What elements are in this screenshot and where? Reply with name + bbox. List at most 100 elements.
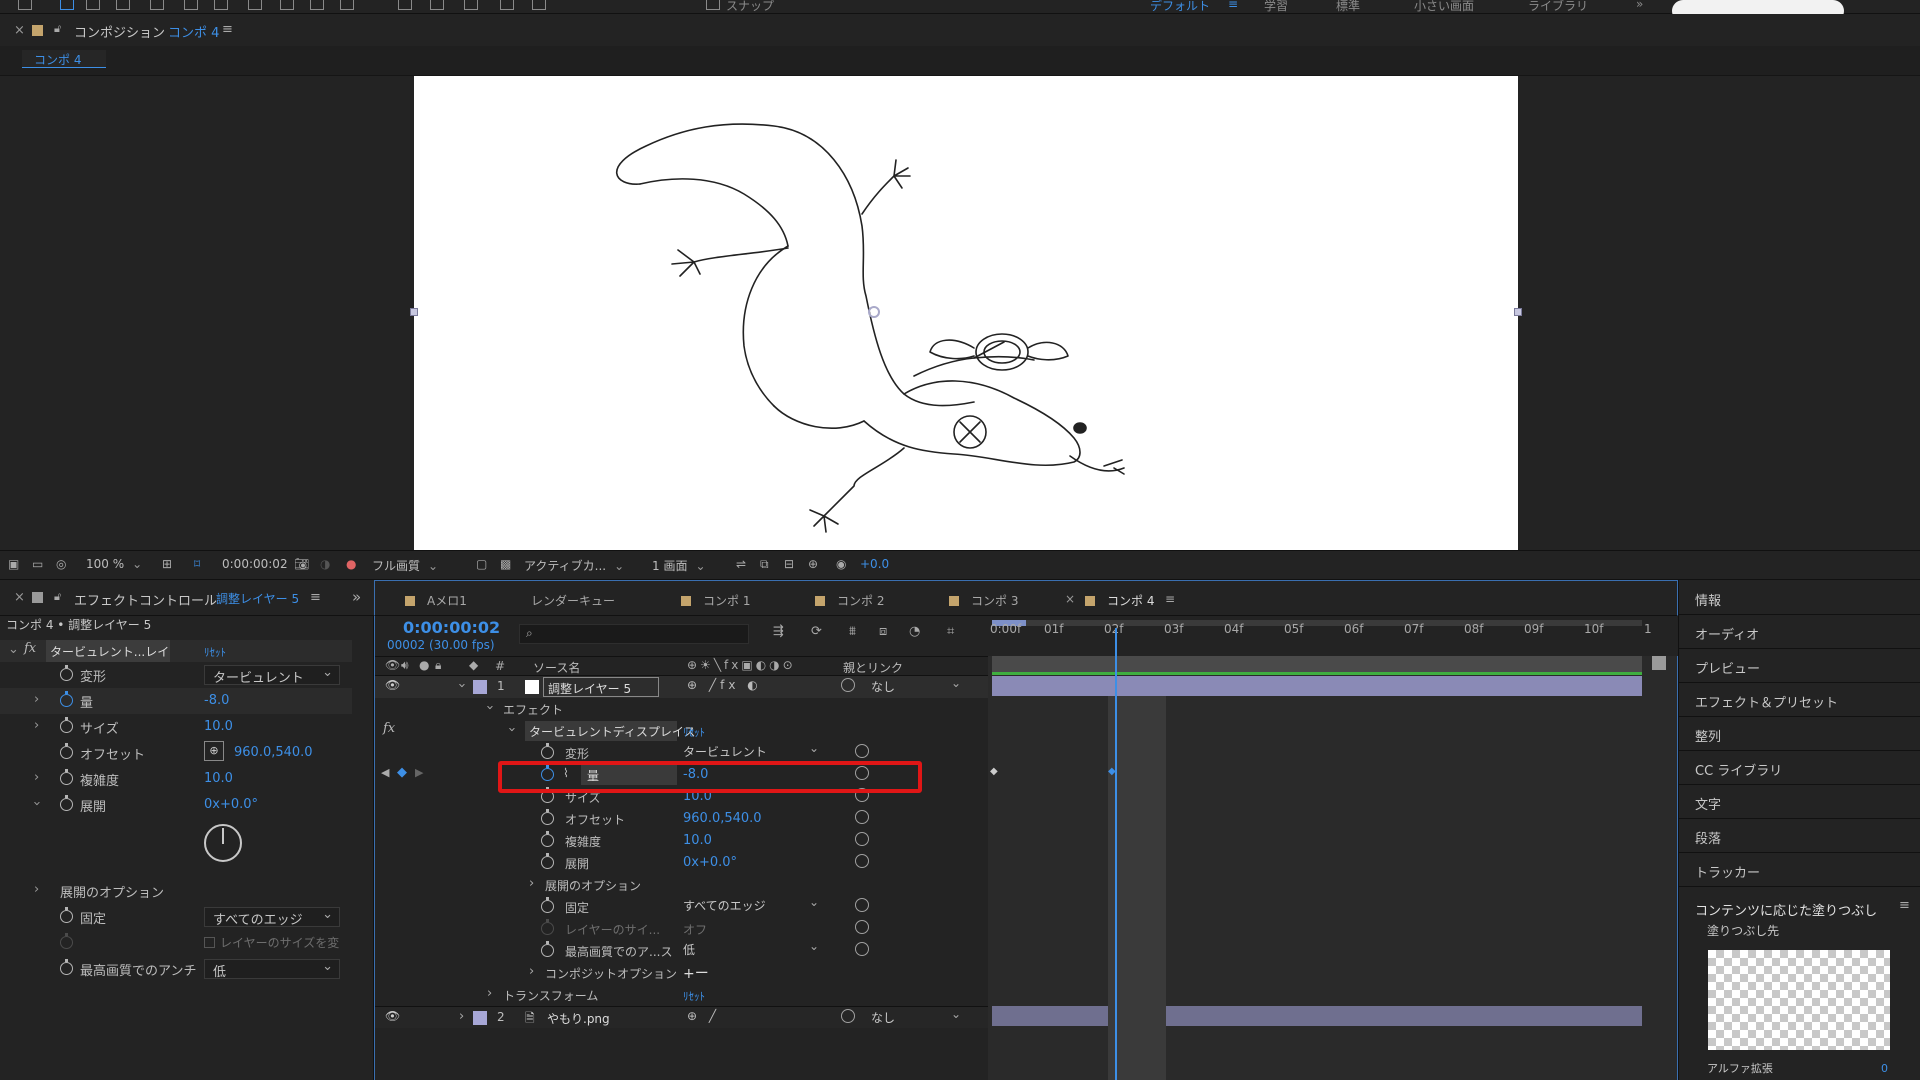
timeline-end-marker-icon[interactable] bbox=[1652, 656, 1666, 670]
panel-preview[interactable]: プレビュー bbox=[1695, 658, 1760, 677]
stopwatch-icon[interactable] bbox=[60, 665, 73, 681]
antialias-dropdown[interactable]: 低 bbox=[204, 959, 340, 980]
tab-comp4[interactable]: コンポ 4 bbox=[1085, 592, 1154, 609]
pinning-dropdown[interactable]: すべてのエッジ bbox=[204, 907, 340, 928]
transform-reset-link[interactable]: ﾘｾｯﾄ bbox=[683, 988, 705, 1004]
add-keyframe-icon[interactable]: ◆ bbox=[397, 765, 407, 780]
ec-effect-name[interactable]: タービュレント...レイス bbox=[46, 640, 170, 662]
roto-brush-tool-icon[interactable] bbox=[500, 0, 514, 10]
snapshot-icon[interactable]: 📷︎ bbox=[294, 557, 309, 571]
channel-icon[interactable]: ● bbox=[346, 557, 356, 571]
composition-mini-flowchart-icon[interactable]: ⇶ bbox=[773, 624, 784, 639]
pickwhip-icon[interactable] bbox=[841, 1009, 855, 1023]
fast-previews-icon[interactable]: ▢ bbox=[476, 557, 487, 571]
tab-render-queue[interactable]: レンダーキュー bbox=[531, 592, 615, 609]
eye-icon[interactable]: 👁︎ bbox=[385, 678, 400, 692]
close-icon[interactable]: × bbox=[14, 590, 25, 605]
layer-row-1[interactable]: 👁︎ › 1 調整レイヤー 5 ⊕ ╱fx ◐ なし ⌄ bbox=[375, 676, 989, 698]
panel-character[interactable]: 文字 bbox=[1695, 794, 1721, 813]
evolution-dial[interactable] bbox=[204, 824, 242, 862]
layer2-bar[interactable] bbox=[992, 1006, 1642, 1026]
panel-effects-presets[interactable]: エフェクト＆プリセット bbox=[1695, 692, 1838, 711]
panel-menu-icon[interactable]: ≡ bbox=[1165, 592, 1175, 606]
complexity-value[interactable]: 10.0 bbox=[683, 833, 712, 848]
clone-stamp-tool-icon[interactable] bbox=[430, 0, 444, 10]
switches-column-icons[interactable]: ⊕☀╲fx▣◐◑⊙ bbox=[687, 658, 796, 672]
twirl-right-icon[interactable]: › bbox=[34, 882, 39, 897]
twirl-right-icon[interactable]: › bbox=[459, 1009, 464, 1024]
lock-column-icon[interactable]: 🔒︎ bbox=[435, 658, 441, 673]
camera-tool-icon[interactable] bbox=[184, 0, 198, 10]
label-color-icon[interactable] bbox=[473, 680, 487, 694]
timeline-timecode[interactable]: 0:00:00:02 bbox=[403, 618, 500, 637]
draft-3d-icon[interactable]: ⟳ bbox=[811, 624, 822, 639]
brush-tool-icon[interactable] bbox=[398, 0, 412, 10]
twirl-down-icon[interactable]: ⌄ bbox=[8, 642, 19, 657]
twirl-right-icon[interactable]: › bbox=[34, 770, 39, 785]
composition-canvas[interactable] bbox=[410, 76, 1522, 550]
mask-visibility-icon[interactable]: ◎ bbox=[56, 557, 66, 571]
keyframe-icon[interactable]: ◆ bbox=[990, 766, 998, 777]
show-snapshot-icon[interactable]: ◑ bbox=[320, 557, 330, 571]
workspace-libraries[interactable]: ライブラリ bbox=[1528, 0, 1588, 14]
search-input[interactable]: ⌕ bbox=[519, 624, 749, 644]
twirl-down-icon[interactable]: › bbox=[454, 683, 469, 688]
panel-audio[interactable]: オーディオ bbox=[1695, 624, 1759, 643]
comp-name[interactable]: コンポ 4 bbox=[168, 22, 219, 41]
effects-group-row[interactable]: › エフェクト bbox=[375, 698, 989, 720]
stopwatch-icon[interactable] bbox=[60, 795, 73, 811]
alpha-expansion-value[interactable]: 0 bbox=[1881, 1062, 1888, 1075]
snap-checkbox-icon[interactable] bbox=[706, 0, 720, 10]
mask-tool-icon[interactable] bbox=[248, 0, 262, 10]
shape-tool-icon[interactable] bbox=[280, 0, 294, 10]
ec-reset-link[interactable]: ﾘｾｯﾄ bbox=[204, 644, 226, 660]
layer-name[interactable]: 調整レイヤー 5 bbox=[543, 677, 659, 697]
stopwatch-icon[interactable] bbox=[541, 831, 554, 847]
eye-icon[interactable]: 👁︎ bbox=[385, 1009, 400, 1023]
twirl-right-icon[interactable]: › bbox=[529, 964, 534, 979]
twirl-right-icon[interactable]: › bbox=[34, 718, 39, 733]
graph-editor-icon[interactable]: ⌗ bbox=[947, 624, 954, 639]
displace-type-dropdown[interactable]: タービュレント ⌄ bbox=[683, 741, 825, 761]
workspace-standard[interactable]: 標準 bbox=[1336, 0, 1360, 14]
stopwatch-icon[interactable] bbox=[541, 743, 554, 759]
amount-value[interactable]: -8.0 bbox=[204, 693, 229, 708]
selection-tool-icon[interactable] bbox=[60, 0, 74, 10]
panel-paragraph[interactable]: 段落 bbox=[1695, 828, 1721, 847]
layer1-bar[interactable] bbox=[992, 676, 1642, 696]
stopwatch-icon[interactable] bbox=[541, 809, 554, 825]
workspace-learn[interactable]: 学習 bbox=[1264, 0, 1288, 14]
evolution-value[interactable]: 0x+0.0° bbox=[683, 855, 737, 870]
parent-dropdown[interactable]: なし ⌄ bbox=[871, 676, 967, 696]
toggle-pixel-aspect-icon[interactable]: ⇌ bbox=[736, 557, 746, 571]
camera-dropdown[interactable]: アクティブカ... bbox=[524, 557, 624, 574]
pinning-dropdown[interactable]: すべてのエッジ ⌄ bbox=[683, 895, 825, 915]
expression-link-icon[interactable] bbox=[855, 744, 869, 758]
panel-tracker[interactable]: トラッカー bbox=[1695, 862, 1760, 881]
ec-layer-name[interactable]: 調整レイヤー 5 bbox=[216, 590, 299, 607]
stopwatch-icon[interactable] bbox=[60, 907, 73, 923]
stopwatch-icon[interactable] bbox=[60, 769, 73, 785]
tab-comp3[interactable]: コンポ 3 bbox=[949, 592, 1018, 609]
eraser-tool-icon[interactable] bbox=[464, 0, 478, 10]
layer-switches[interactable]: ⊕ ╱ bbox=[687, 1009, 720, 1023]
twirl-down-icon[interactable]: › bbox=[482, 705, 497, 710]
pen-tool-icon[interactable] bbox=[310, 0, 324, 10]
layer-switches[interactable]: ⊕ ╱fx ◐ bbox=[687, 678, 762, 692]
resize-checkbox[interactable] bbox=[204, 937, 215, 948]
composite-add-remove[interactable]: +ー bbox=[683, 963, 709, 983]
transform-group-row[interactable]: › トランスフォーム ﾘｾｯﾄ bbox=[375, 984, 989, 1006]
effect-name[interactable]: タービュレントディスプレイス bbox=[525, 721, 696, 741]
lock-icon[interactable]: 🔓︎ bbox=[54, 22, 61, 36]
close-icon[interactable]: × bbox=[1065, 592, 1075, 606]
stopwatch-icon[interactable] bbox=[60, 743, 73, 759]
twirl-right-icon[interactable]: › bbox=[529, 876, 534, 891]
panel-info[interactable]: 情報 bbox=[1695, 590, 1721, 609]
displace-type-dropdown[interactable]: タービュレント bbox=[204, 665, 340, 686]
transparency-grid-icon[interactable]: ⌑ bbox=[194, 557, 200, 571]
panel-align[interactable]: 整列 bbox=[1695, 726, 1721, 745]
lock-icon[interactable]: 🔓︎ bbox=[54, 590, 61, 604]
expand-panels-icon[interactable]: » bbox=[352, 588, 361, 606]
content-aware-fill-title[interactable]: コンテンツに応じた塗りつぶし bbox=[1695, 900, 1877, 919]
viewer-timecode[interactable]: 0:00:00:02 bbox=[222, 557, 288, 571]
